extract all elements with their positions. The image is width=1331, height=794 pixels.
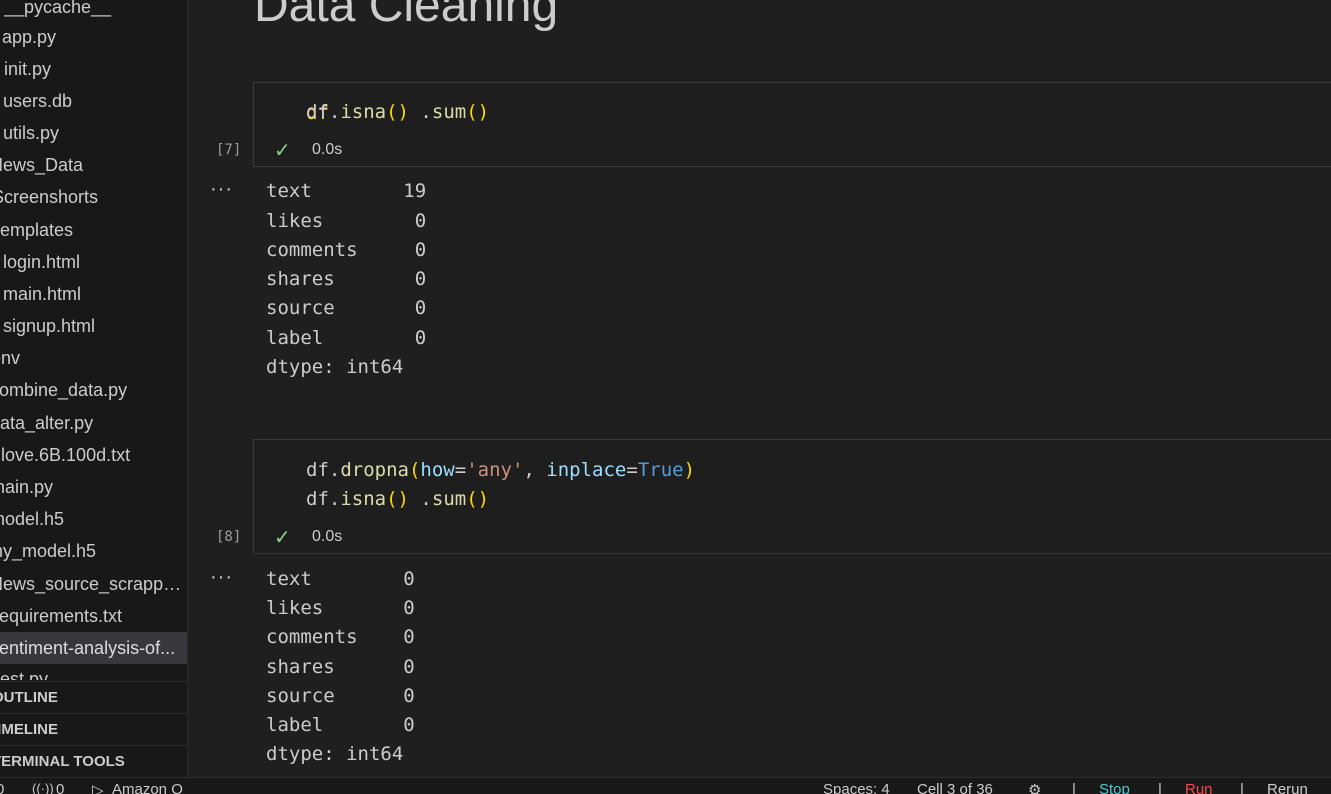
explorer-item-label: __pycache__ [4,0,112,17]
explorer-item-news-source-scrapper[interactable]: News_source_scrappe... [0,569,187,599]
explorer-item-news-data[interactable]: News_Data [0,150,187,180]
stop-button[interactable]: Stop [1099,781,1130,794]
explorer-item-utils-py[interactable]: utils.py [0,118,187,148]
output-line: source 0 [266,297,427,319]
output-line: source 0 [266,685,415,707]
execution-count: [7] [216,142,242,158]
output-more-icon[interactable]: ··· [210,566,233,589]
explorer-item-glove-txt[interactable]: glove.6B.100d.txt [0,440,187,470]
separator: | [1158,781,1162,794]
section-outline-label: OUTLINE [0,689,58,706]
broadcast-icon[interactable]: ((·)) [32,781,54,794]
explorer-item-label: login.html [3,252,81,272]
check-icon: ✓ [274,140,291,162]
output-line: likes 0 [266,597,415,619]
amazon-q-icon: ▷ [92,782,104,794]
rerun-button[interactable]: Rerun [1267,781,1308,794]
explorer-item-my-model-h5[interactable]: my_model.h5 [0,536,187,566]
explorer-item-label: main.py [0,477,54,497]
code-line-cell8-2[interactable]: df.isna() .sum() [306,488,489,510]
explorer-item-requirements-txt[interactable]: requirements.txt [0,601,187,631]
section-outline[interactable]: OUTLINE [0,681,187,713]
status-bar: 0 ((·)) 0 ▷ Amazon Q Spaces: 4 Cell 3 of… [0,777,1331,794]
explorer-item-main-py[interactable]: main.py [0,472,187,502]
explorer-item-label: News_Data [0,155,84,175]
output-line: dtype: int64 [266,356,404,378]
explorer-item-label: my_model.h5 [0,541,97,561]
explorer-item-label: model.h5 [0,509,65,529]
explorer-item-signup-html[interactable]: signup.html [0,311,187,341]
output-line: label 0 [266,327,427,349]
output-line: dtype: int64 [266,743,404,765]
explorer-item-combine-data-py[interactable]: combine_data.py [0,375,187,405]
output-line: label 0 [266,714,415,736]
amazon-q-label[interactable]: Amazon Q [112,781,183,794]
explorer-item-label: app.py [2,27,57,47]
section-terminal-tools-label: TERMINAL TOOLS [0,753,125,770]
explorer-item-templates[interactable]: templates [0,215,187,245]
explorer-item-init-py[interactable]: init.py [0,54,187,84]
explorer-item-pycache[interactable]: __pycache__ [0,0,187,22]
execution-time: 0.0s [312,141,343,158]
explorer-item-label: sentiment-analysis-of... [0,638,176,658]
separator: | [1240,781,1244,794]
explorer-item-label: glove.6B.100d.txt [0,445,131,465]
explorer-item-label: data_alter.py [0,413,94,433]
output-line: comments 0 [266,239,427,261]
explorer-item-data-alter-py[interactable]: data_alter.py [0,408,187,438]
indentation-status[interactable]: Spaces: 4 [823,781,890,794]
explorer-item-users-db[interactable]: users.db [0,86,187,116]
explorer-sidebar: __pycache__ app.py init.py users.db util… [0,0,188,777]
section-timeline-label: TIMELINE [0,721,58,738]
explorer-item-sentiment-analysis[interactable]: sentiment-analysis-of... [0,632,187,664]
explorer-item-label: News_source_scrappe... [0,574,187,594]
explorer-item-label: test.py [0,669,49,680]
ports-count[interactable]: 0 [56,781,64,794]
explorer-item-model-h5[interactable]: model.h5 [0,504,187,534]
extension-icon[interactable]: ⚙ [1028,781,1041,794]
notebook-editor: Data Cleaning df df.isna() .sum() [7] ✓ … [188,0,1331,777]
output-line: comments 0 [266,626,415,648]
section-timeline[interactable]: TIMELINE [0,713,187,745]
code-line-cell7[interactable]: df.isna() .sum() [306,101,489,123]
explorer-item-env[interactable]: env [0,343,187,373]
explorer-item-label: Screenshorts [0,187,99,207]
explorer-item-label: init.py [4,59,52,79]
separator: | [1072,781,1076,794]
explorer-item-label: main.html [3,284,82,304]
errors-count[interactable]: 0 [0,781,4,794]
explorer-item-label: users.db [3,91,73,111]
explorer-item-app-py[interactable]: app.py [0,22,187,52]
output-line: likes 0 [266,210,427,232]
output-line: shares 0 [266,268,427,290]
execution-time: 0.0s [312,528,343,545]
section-terminal-tools[interactable]: TERMINAL TOOLS [0,745,187,777]
check-icon: ✓ [274,527,291,549]
explorer-item-login-html[interactable]: login.html [0,247,187,277]
run-button[interactable]: Run [1185,781,1213,794]
explorer-item-label: templates [0,220,74,240]
explorer-item-test-py[interactable]: test.py [0,664,187,680]
output-line: text 0 [266,568,415,590]
explorer-item-label: utils.py [3,123,60,143]
explorer-item-label: requirements.txt [0,606,123,626]
explorer-item-label: signup.html [3,316,96,336]
output-more-icon[interactable]: ··· [210,178,233,201]
output-line: text 19 [266,180,427,202]
code-line-cell8-1[interactable]: df.dropna(how='any', inplace=True) [306,459,695,481]
explorer-item-main-html[interactable]: main.html [0,279,187,309]
cell-position[interactable]: Cell 3 of 36 [917,781,993,794]
explorer-item-label: combine_data.py [0,380,128,400]
explorer-item-screenshorts[interactable]: Screenshorts [0,182,187,212]
code-cell-input[interactable]: df [253,82,1331,167]
execution-count: [8] [216,529,242,545]
output-line: shares 0 [266,656,415,678]
markdown-heading: Data Cleaning [254,0,559,32]
explorer-item-label: env [0,348,21,368]
